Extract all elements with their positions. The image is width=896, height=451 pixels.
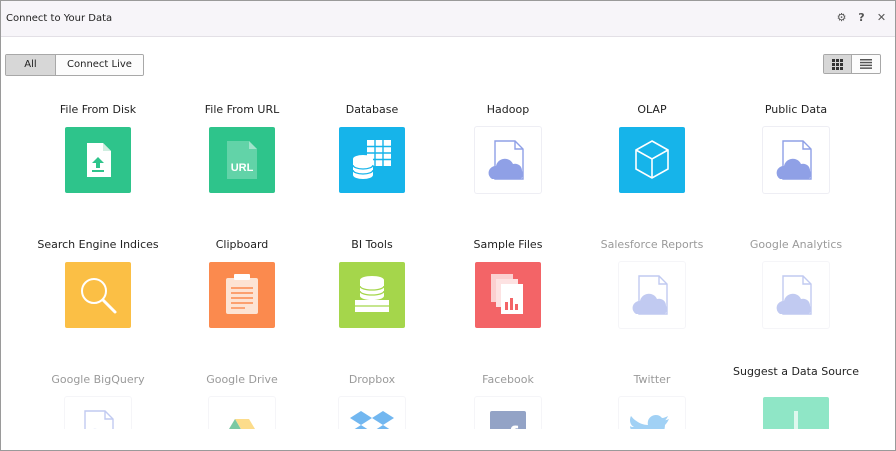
footer-spacer	[1, 429, 895, 450]
window-controls: ⚙ ? ✕	[836, 11, 887, 25]
cloud-file-icon	[763, 262, 829, 328]
svg-text:f: f	[508, 421, 519, 429]
source-tile[interactable]: Salesforce Reports	[580, 230, 724, 328]
connect-data-window: Connect to Your Data ⚙ ? ✕ All Connect L…	[0, 0, 896, 451]
source-label: Google Drive	[206, 373, 278, 386]
sample-files-icon	[475, 262, 541, 328]
cloud-file-icon	[619, 262, 685, 328]
cube-icon	[619, 127, 685, 193]
source-tile[interactable]: Facebook f	[436, 365, 580, 429]
source-tile[interactable]: OLAP	[580, 95, 724, 193]
svg-text:URL: URL	[231, 162, 254, 174]
source-tile[interactable]: Suggest a Data Source	[724, 365, 868, 429]
bi-database-icon	[339, 262, 405, 328]
source-tile[interactable]: Google BigQuery	[26, 365, 170, 429]
source-label: Clipboard	[215, 238, 269, 251]
cloud-file-icon	[65, 397, 131, 429]
source-tile[interactable]: Twitter	[580, 365, 724, 429]
source-label: Google Analytics	[749, 238, 843, 251]
source-label: Database	[345, 103, 399, 116]
help-icon[interactable]: ?	[856, 11, 867, 25]
source-label: Search Engine Indices	[37, 238, 159, 251]
source-label: Google BigQuery	[51, 373, 145, 386]
source-tile[interactable]: Database	[300, 95, 444, 193]
database-icon	[339, 127, 405, 193]
source-tile[interactable]: Google Drive	[170, 365, 314, 429]
file-url-icon: URL	[209, 127, 275, 193]
source-tile[interactable]: Public Data	[724, 95, 868, 193]
source-tile[interactable]: Hadoop	[436, 95, 580, 193]
source-label: Public Data	[764, 103, 828, 116]
suggest-icon	[763, 397, 829, 429]
filter-connect-live-button[interactable]: Connect Live	[56, 55, 143, 75]
twitter-icon	[619, 397, 685, 429]
list-view-button[interactable]	[852, 55, 880, 73]
filter-all-button[interactable]: All	[6, 55, 56, 75]
source-label: OLAP	[637, 103, 667, 116]
source-label: Twitter	[633, 373, 671, 386]
source-tile[interactable]: Clipboard	[170, 230, 314, 328]
clipboard-icon	[209, 262, 275, 328]
grid-view-button[interactable]	[824, 55, 852, 73]
source-label: Salesforce Reports	[600, 238, 704, 251]
facebook-icon: f	[475, 397, 541, 429]
source-label: Facebook	[482, 373, 534, 386]
gear-icon[interactable]: ⚙	[836, 11, 847, 25]
dropbox-icon	[339, 397, 405, 429]
cloud-file-icon	[475, 127, 541, 193]
file-upload-icon	[65, 127, 131, 193]
source-tile[interactable]: Sample Files	[436, 230, 580, 328]
source-label: Suggest a Data Source	[732, 365, 859, 378]
source-label: Hadoop	[486, 103, 530, 116]
source-label: File From URL	[204, 103, 280, 116]
cloud-file-icon	[763, 127, 829, 193]
google-drive-icon	[209, 397, 275, 429]
source-tile[interactable]: Dropbox	[300, 365, 444, 429]
window-title: Connect to Your Data	[6, 13, 113, 24]
search-icon	[65, 262, 131, 328]
source-tile[interactable]: Google Analytics	[724, 230, 868, 328]
filter-toggle: All Connect Live	[5, 54, 144, 76]
view-toggle	[823, 54, 881, 74]
source-tile[interactable]: BI Tools	[300, 230, 444, 328]
source-label: Sample Files	[473, 238, 543, 251]
source-label: Dropbox	[348, 373, 396, 386]
source-tile[interactable]: File From URL URL	[170, 95, 314, 193]
source-label: BI Tools	[351, 238, 393, 251]
source-tile[interactable]: File From Disk	[26, 95, 170, 193]
list-view-icon	[860, 59, 872, 69]
close-icon[interactable]: ✕	[876, 11, 887, 25]
grid-view-icon	[832, 58, 843, 70]
title-bar: Connect to Your Data ⚙ ? ✕	[1, 1, 895, 37]
source-tile[interactable]: Search Engine Indices	[26, 230, 170, 328]
source-label: File From Disk	[59, 103, 137, 116]
data-source-grid: File From Disk File From URL URL Databas…	[1, 83, 895, 429]
